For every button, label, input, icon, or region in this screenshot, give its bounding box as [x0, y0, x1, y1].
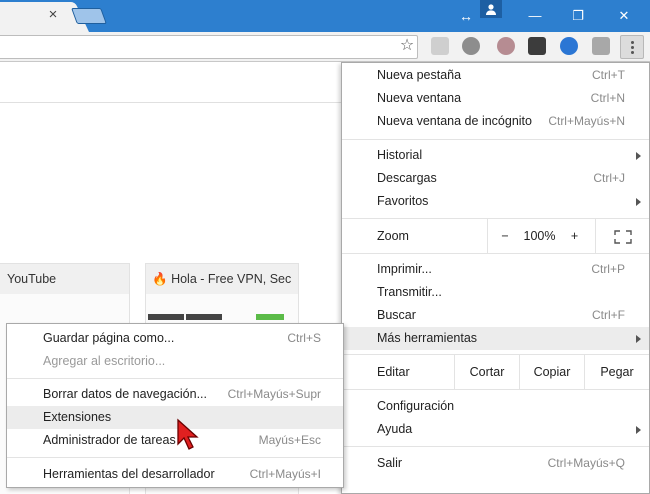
menu-item-incognito[interactable]: Nueva ventana de incógnito Ctrl+Mayús+N — [342, 110, 649, 133]
evernote-extension-icon[interactable] — [528, 37, 546, 55]
v-extension-icon[interactable] — [560, 37, 578, 55]
menu-separator — [7, 378, 343, 379]
resize-arrows-icon: ↔ — [459, 8, 473, 24]
submenu-arrow-icon — [636, 335, 641, 343]
menu-item-help[interactable]: Ayuda — [342, 418, 649, 441]
menu-separator — [7, 457, 343, 458]
menu-item-more-tools[interactable]: Más herramientas — [342, 327, 649, 350]
paste-button[interactable]: Pegar — [584, 355, 649, 389]
m-extension-icon[interactable] — [462, 37, 480, 55]
hola-flame-icon: 🔥 — [152, 272, 168, 286]
menu-item-print[interactable]: Imprimir... Ctrl+P — [342, 258, 649, 281]
fullscreen-button[interactable] — [595, 219, 649, 253]
profile-button[interactable] — [480, 0, 502, 18]
minimize-button[interactable]: — — [515, 0, 555, 32]
bookmark-star-icon[interactable]: ☆ — [398, 35, 416, 57]
maximize-button[interactable]: ❐ — [558, 0, 598, 32]
submenu-item-extensions[interactable]: Extensiones — [7, 406, 343, 429]
address-bar[interactable] — [0, 35, 418, 59]
new-tab-button[interactable] — [71, 8, 107, 24]
chrome-menu-button[interactable] — [620, 35, 644, 59]
person-icon — [486, 4, 496, 15]
window-close-button[interactable]: ✕ — [604, 0, 644, 32]
copy-button[interactable]: Copiar — [519, 355, 584, 389]
menu-item-find[interactable]: Buscar Ctrl+F — [342, 304, 649, 327]
play-extension-icon[interactable] — [497, 37, 515, 55]
zoom-in-button[interactable]: + — [557, 219, 592, 253]
submenu-arrow-icon — [636, 198, 641, 206]
menu-separator — [342, 253, 649, 254]
submenu-arrow-icon — [636, 426, 641, 434]
menu-item-settings[interactable]: Configuración — [342, 395, 649, 418]
submenu-item-add-to-desktop: Agregar al escritorio... — [43, 354, 166, 368]
tile-title: 🔥 Hola - Free VPN, Sec — [152, 272, 292, 286]
menu-item-edit: Editar Cortar Copiar Pegar — [342, 355, 649, 389]
cut-button[interactable]: Cortar — [454, 355, 519, 389]
menu-item-cast[interactable]: Transmitir... — [342, 281, 649, 304]
submenu-arrow-icon — [636, 152, 641, 160]
tile-title: YouTube — [7, 272, 57, 286]
menu-item-downloads[interactable]: Descargas Ctrl+J — [342, 167, 649, 190]
menu-item-new-tab[interactable]: Nueva pestaña Ctrl+T — [342, 64, 649, 87]
submenu-item-task-manager[interactable]: Administrador de tareas Mayús+Esc — [7, 429, 343, 452]
menu-item-history[interactable]: Historial — [342, 144, 649, 167]
title-bar: × ↔ — ❐ ✕ — [0, 0, 650, 32]
page-header-area — [0, 63, 345, 103]
browser-toolbar — [0, 32, 650, 62]
menu-item-zoom: Zoom − 100% + — [342, 219, 649, 253]
submenu-item-dev-tools[interactable]: Herramientas del desarrollador Ctrl+Mayús… — [7, 463, 343, 486]
pdf-extension-icon[interactable] — [431, 37, 449, 55]
menu-item-new-window[interactable]: Nueva ventana Ctrl+N — [342, 87, 649, 110]
menu-item-exit[interactable]: Salir Ctrl+Mayús+Q — [342, 452, 649, 475]
menu-separator — [342, 389, 649, 390]
more-tools-submenu: Guardar página como... Ctrl+S Agregar al … — [6, 323, 344, 488]
menu-separator — [342, 139, 649, 140]
fullscreen-icon — [613, 230, 632, 244]
chrome-main-menu: Nueva pestaña Ctrl+T Nueva ventana Ctrl+N … — [341, 62, 650, 494]
tab-close-icon[interactable]: × — [46, 7, 60, 23]
mouse-cursor-icon — [177, 418, 199, 450]
submenu-item-save-page[interactable]: Guardar página como... Ctrl+S — [7, 327, 343, 350]
menu-item-bookmarks[interactable]: Favoritos — [342, 190, 649, 213]
submenu-item-clear-data[interactable]: Borrar datos de navegación... Ctrl+Mayús+… — [7, 383, 343, 406]
menu-separator — [342, 446, 649, 447]
mail-extension-icon[interactable] — [592, 37, 610, 55]
zoom-out-button[interactable]: − — [487, 219, 522, 253]
zoom-level: 100% — [523, 229, 556, 243]
